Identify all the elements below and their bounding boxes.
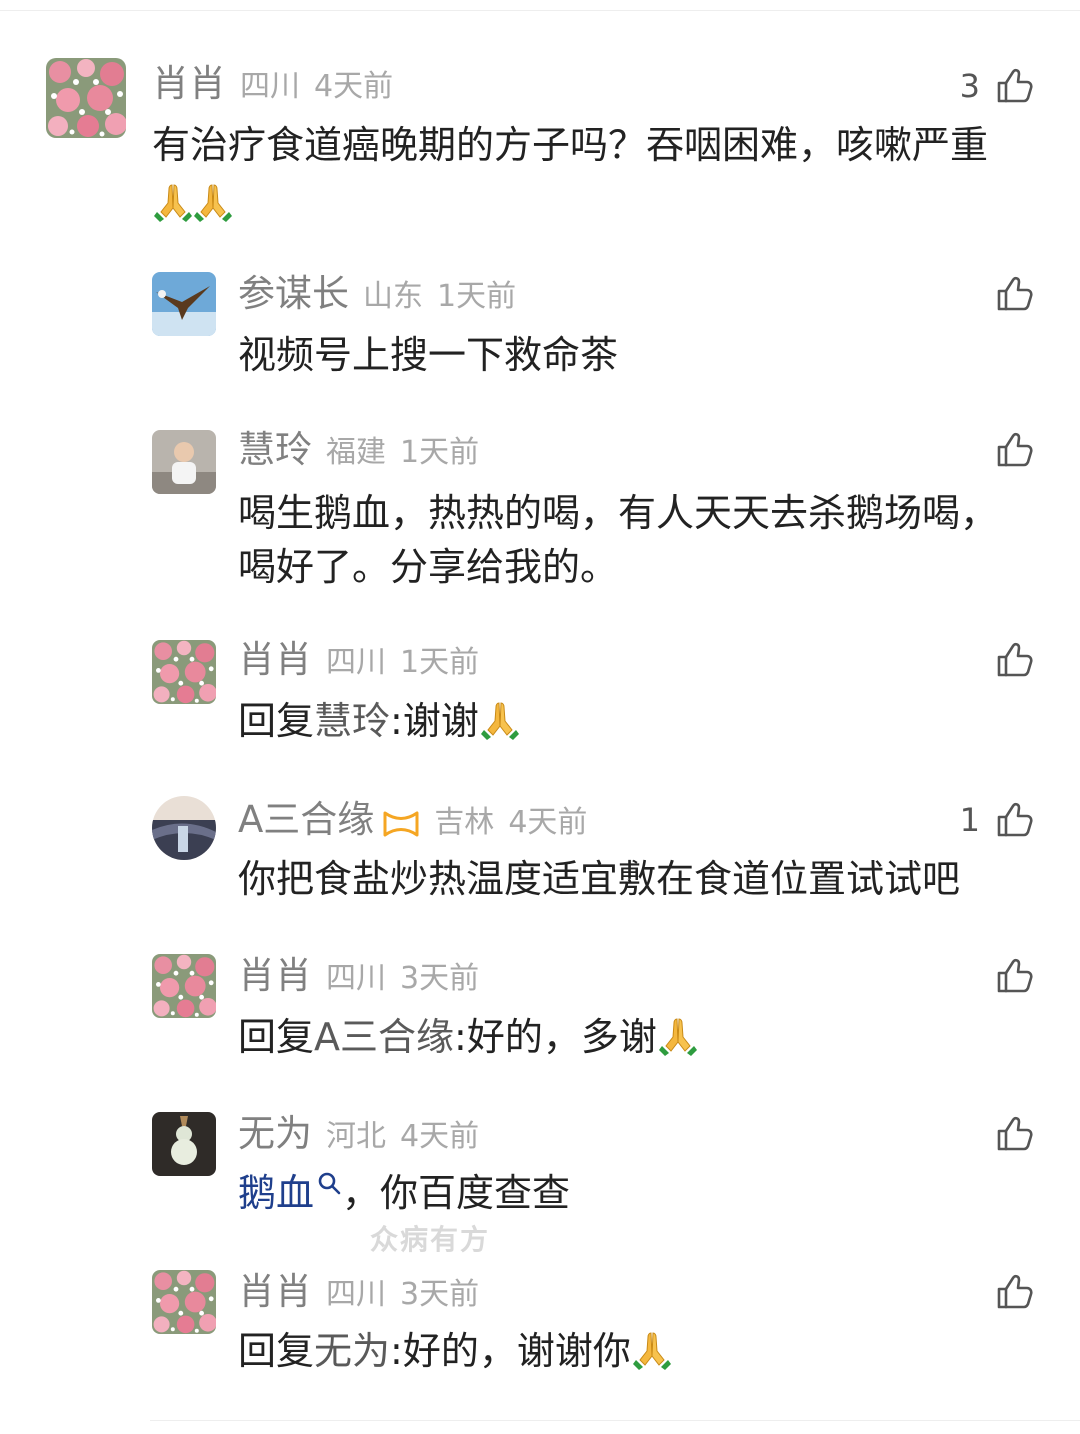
comment-body: ，你百度查查: [342, 1171, 571, 1215]
like-button[interactable]: 1: [960, 792, 1034, 848]
user-name[interactable]: 肖肖: [152, 62, 226, 105]
folded-hands-emoji: [154, 182, 192, 222]
avatar[interactable]: [152, 1270, 216, 1334]
avatar[interactable]: [152, 1112, 216, 1176]
eagle-avatar-image: [152, 272, 216, 336]
avatar[interactable]: [152, 640, 216, 704]
reply-body: :好的，多谢: [454, 1015, 657, 1059]
user-name[interactable]: 肖肖: [238, 1270, 312, 1313]
folded-hands-emoji: [633, 1330, 671, 1370]
thumbs-up-icon: [994, 274, 1034, 314]
comment-text: 回复A三合缘:好的，多谢: [238, 1010, 697, 1064]
comment-time: 1天前: [400, 645, 480, 680]
reply-target-name[interactable]: A三合缘: [314, 1015, 454, 1059]
thumbs-up-icon: [994, 1272, 1034, 1312]
child-photo-avatar-image: [152, 430, 216, 494]
user-location: 四川: [326, 1277, 386, 1312]
like-button[interactable]: [994, 948, 1034, 1004]
reply-target-name[interactable]: 慧玲: [314, 699, 390, 743]
comment-time: 4天前: [314, 69, 394, 104]
flower-avatar-image: [152, 640, 216, 704]
comment-text: 回复无为:好的，谢谢你: [238, 1324, 671, 1378]
thumbs-up-icon: [994, 1114, 1034, 1154]
user-name[interactable]: 肖肖: [238, 638, 312, 681]
thumbs-up-icon: [994, 66, 1034, 106]
user-location: 福建: [326, 435, 386, 470]
comment-time: 3天前: [400, 1277, 480, 1312]
thumbs-up-icon: [994, 430, 1034, 470]
user-name[interactable]: A三合缘: [238, 798, 374, 841]
comment-emoji-line: [152, 176, 232, 230]
flower-avatar-image: [46, 58, 126, 138]
comment-time: 1天前: [400, 435, 480, 470]
avatar[interactable]: [152, 430, 216, 494]
flower-avatar-image: [152, 1270, 216, 1334]
vip-badge-icon: [382, 809, 420, 839]
reply-prefix: 回复: [238, 1015, 315, 1059]
user-location: 吉林: [434, 805, 495, 840]
comment-text-line-1: 喝生鹅血，热热的喝，有人天天去杀鹅场喝，: [238, 491, 999, 535]
user-name[interactable]: 无为: [238, 1112, 312, 1155]
thumbs-up-icon: [994, 640, 1034, 680]
reply-target-name[interactable]: 无为: [314, 1329, 390, 1373]
comment-text: 鹅血 ，你百度查查: [238, 1166, 570, 1220]
comment-text: 回复慧玲:谢谢: [238, 694, 519, 748]
comment-text: 视频号上搜一下救命茶: [238, 333, 619, 377]
like-button[interactable]: [994, 632, 1034, 688]
reply-body: :谢谢: [390, 699, 479, 743]
like-button[interactable]: [994, 266, 1034, 322]
folded-hands-emoji: [194, 182, 232, 222]
comment-text: 你把食盐炒热温度适宜敷在食道位置试试吧: [238, 857, 961, 901]
like-button[interactable]: [994, 1264, 1034, 1320]
flower-avatar-image: [152, 954, 216, 1018]
bottom-divider: [150, 1420, 1080, 1421]
reply-prefix: 回复: [238, 1329, 315, 1373]
like-button[interactable]: 3: [960, 58, 1034, 114]
reply-body: :好的，谢谢你: [390, 1329, 631, 1373]
comment-time: 1天前: [437, 279, 517, 314]
folded-hands-emoji: [659, 1016, 697, 1056]
thumbs-up-icon: [994, 956, 1034, 996]
comment-time: 4天前: [400, 1119, 480, 1154]
user-location: 四川: [240, 69, 300, 104]
user-name[interactable]: 慧玲: [238, 428, 312, 471]
reply-prefix: 回复: [238, 699, 315, 743]
user-location: 四川: [326, 645, 386, 680]
avatar[interactable]: [152, 796, 216, 860]
comment-text: 有治疗食道癌晚期的方子吗？吞咽困难，咳嗽严重: [152, 123, 989, 167]
avatar[interactable]: [46, 58, 126, 138]
comment-text-line-2: 喝好了。分享给我的。: [238, 545, 619, 589]
avatar[interactable]: [152, 272, 216, 336]
thumbs-up-icon: [994, 800, 1034, 840]
like-count: 3: [959, 67, 980, 105]
user-location: 四川: [326, 961, 386, 996]
comment-time: 4天前: [508, 805, 588, 840]
user-location: 河北: [326, 1119, 386, 1154]
user-name[interactable]: 参谋长: [238, 272, 349, 315]
search-icon: [318, 1172, 341, 1195]
folded-hands-emoji: [481, 700, 519, 740]
like-button[interactable]: [994, 422, 1034, 478]
jade-gourd-avatar-image: [152, 1112, 216, 1176]
search-link[interactable]: 鹅血: [238, 1171, 342, 1215]
like-count: 1: [959, 801, 980, 839]
comment-time: 3天前: [400, 961, 480, 996]
like-button[interactable]: [994, 1106, 1034, 1162]
waterfall-avatar-image: [152, 796, 216, 860]
watermark: 众病有方: [370, 1223, 491, 1256]
avatar[interactable]: [152, 954, 216, 1018]
user-name[interactable]: 肖肖: [238, 954, 312, 997]
user-location: 山东: [363, 279, 423, 314]
top-divider: [0, 10, 1080, 11]
